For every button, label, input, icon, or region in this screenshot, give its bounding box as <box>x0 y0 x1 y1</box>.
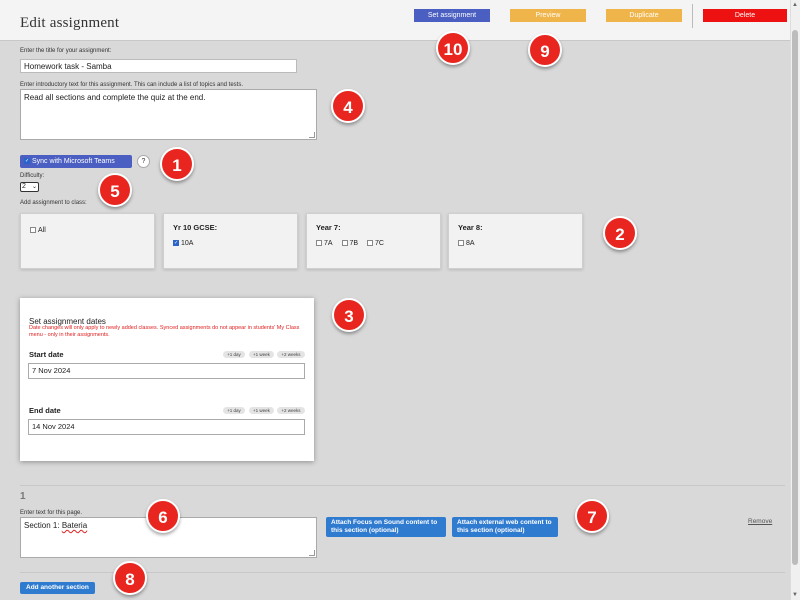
add-section-button[interactable]: Add another section <box>20 582 95 594</box>
class-option-label: 7A <box>324 240 333 247</box>
class-checkbox[interactable] <box>341 240 348 247</box>
class-option-7b[interactable]: 7B <box>341 240 359 247</box>
section-text: Section 1: <box>24 521 62 530</box>
annotation-badge-1: 1 <box>160 147 194 181</box>
start-plus-2weeks-chip[interactable]: +2 weeks <box>277 351 305 358</box>
annotation-badge-10: 10 <box>436 31 470 65</box>
intro-textarea[interactable]: Read all sections and complete the quiz … <box>20 89 317 140</box>
class-group-title: Year 7: <box>316 223 341 232</box>
resize-handle-icon[interactable] <box>309 132 315 138</box>
class-checkbox[interactable] <box>30 227 36 234</box>
class-option-10a[interactable]: ✓ 10A <box>173 240 193 247</box>
delete-button[interactable]: Delete <box>703 9 787 22</box>
duplicate-button[interactable]: Duplicate <box>606 9 682 22</box>
header-divider <box>692 4 693 28</box>
class-card-year7: Year 7: 7A 7B 7C <box>306 213 441 269</box>
help-icon[interactable]: ? <box>137 155 150 168</box>
section-text-label: Enter text for this page. <box>20 510 83 516</box>
annotation-badge-9: 9 <box>528 33 562 67</box>
start-plus-week-chip[interactable]: +1 week <box>249 351 274 358</box>
class-option-7c[interactable]: 7C <box>367 240 384 247</box>
class-checkbox[interactable]: ✓ <box>173 240 179 247</box>
set-assignment-button[interactable]: Set assignment <box>414 9 490 22</box>
section-number: 1 <box>20 491 26 502</box>
annotation-badge-3: 3 <box>332 298 366 332</box>
class-option-label: 8A <box>466 240 475 247</box>
class-option-label: All <box>38 227 46 234</box>
class-option-label: 7C <box>375 240 384 247</box>
attach-web-content-button[interactable]: Attach external web content to this sect… <box>452 517 558 537</box>
dates-warning: Date changes will only apply to newly ad… <box>29 325 300 338</box>
sync-checkbox[interactable]: ✓ <box>24 158 30 165</box>
title-input[interactable]: Homework task - Samba <box>20 59 297 73</box>
scroll-down-arrow-icon[interactable]: ▼ <box>790 590 800 600</box>
annotation-badge-4: 4 <box>331 89 365 123</box>
sync-label: Sync with Microsoft Teams <box>32 158 115 165</box>
annotation-badge-8: 8 <box>113 561 147 595</box>
class-option-7a[interactable]: 7A <box>316 240 333 247</box>
class-checkbox[interactable] <box>367 240 374 247</box>
class-checkbox[interactable] <box>458 240 464 247</box>
class-option-all[interactable]: All <box>30 227 46 234</box>
title-field-label: Enter the title for your assignment: <box>20 48 112 54</box>
class-group-title: Year 8: <box>458 223 483 232</box>
attach-focus-on-sound-button[interactable]: Attach Focus on Sound content to this se… <box>326 517 446 537</box>
end-plus-2weeks-chip[interactable]: +2 weeks <box>277 407 305 414</box>
class-option-label: 7B <box>349 240 359 247</box>
annotation-badge-7: 7 <box>575 499 609 533</box>
end-date-input[interactable]: 14 Nov 2024 <box>28 419 305 435</box>
preview-button[interactable]: Preview <box>510 9 586 22</box>
dates-card: Set assignment dates Date changes will o… <box>20 298 314 461</box>
class-checkbox[interactable] <box>316 240 322 247</box>
class-card-year8: Year 8: 8A <box>448 213 583 269</box>
difficulty-label: Difficulty: <box>20 173 45 179</box>
section-divider <box>20 485 785 486</box>
annotation-badge-2: 2 <box>603 216 637 250</box>
end-plus-week-chip[interactable]: +1 week <box>249 407 274 414</box>
start-date-input[interactable]: 7 Nov 2024 <box>28 363 305 379</box>
chevron-down-icon: ⌄ <box>31 184 37 190</box>
class-card-all: All <box>20 213 155 269</box>
classes-label: Add assignment to class: <box>20 200 87 206</box>
sync-teams-toggle[interactable]: ✓ Sync with Microsoft Teams <box>20 155 132 168</box>
class-option-label: 10A <box>181 240 194 247</box>
annotation-badge-6: 6 <box>146 499 180 533</box>
page-title: Edit assignment <box>20 15 120 31</box>
start-plus-day-chip[interactable]: +1 day <box>223 351 245 358</box>
resize-handle-icon[interactable] <box>309 550 315 556</box>
difficulty-value: 2 <box>22 183 26 190</box>
class-card-yr10: Yr 10 GCSE: ✓ 10A <box>163 213 298 269</box>
scrollbar-thumb[interactable] <box>792 30 798 565</box>
intro-field-label: Enter introductory text for this assignm… <box>20 82 243 88</box>
difficulty-select[interactable]: 2 ⌄ <box>20 182 39 192</box>
remove-section-link[interactable]: Remove <box>748 518 772 525</box>
class-group-title: Yr 10 GCSE: <box>173 223 218 232</box>
end-date-label: End date <box>29 406 61 415</box>
end-plus-day-chip[interactable]: +1 day <box>223 407 245 414</box>
class-option-8a[interactable]: 8A <box>458 240 475 247</box>
annotation-badge-5: 5 <box>98 173 132 207</box>
scroll-up-arrow-icon[interactable]: ▲ <box>790 0 800 10</box>
intro-text: Read all sections and complete the quiz … <box>24 93 206 102</box>
start-date-label: Start date <box>29 350 64 359</box>
section-text-misspelled: Bateria <box>61 521 88 530</box>
